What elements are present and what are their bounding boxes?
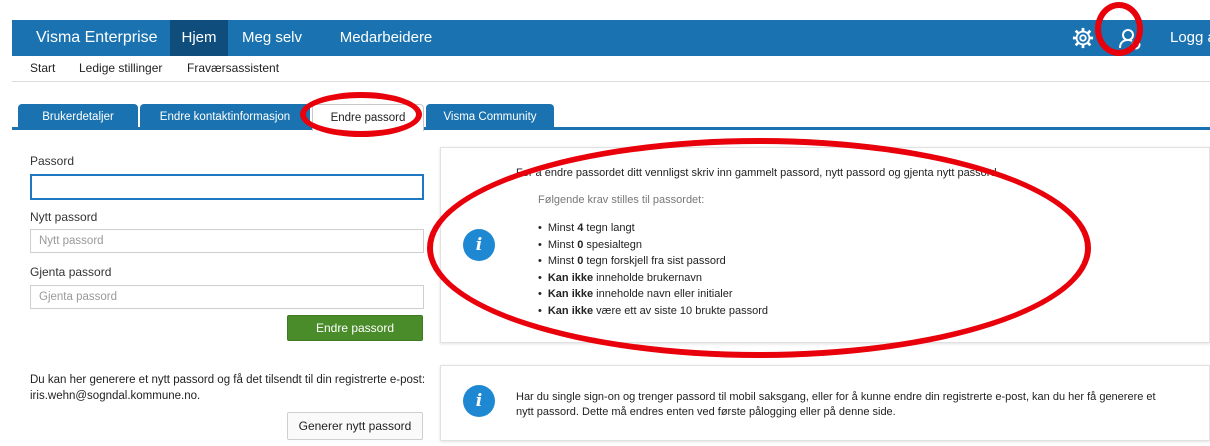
brand-name[interactable]: Visma Enterprise [24, 20, 158, 56]
new-password-label: Nytt passord [30, 210, 98, 224]
gear-icon[interactable] [1072, 27, 1094, 49]
sso-note: Har du single sign-on og trenger passord… [516, 391, 1156, 418]
change-password-button[interactable]: Endre passord [287, 315, 423, 341]
requirement-item: Minst 0 tegn forskjell fra sist passord [538, 253, 768, 270]
requirements-heading: Følgende krav stilles til passordet: [538, 194, 705, 206]
top-bar: Visma Enterprise Hjem Meg selv Medarbeid… [0, 0, 1210, 56]
tab-endre-kontaktinformasjon[interactable]: Endre kontaktinformasjon [140, 104, 310, 130]
user-settings-icon[interactable] [1118, 27, 1142, 51]
requirement-item: Minst 0 spesialtegn [538, 237, 768, 254]
sub-nav: Start Ledige stillinger Fraværsassistent [12, 56, 1210, 82]
subnav-start[interactable]: Start [30, 61, 55, 75]
nav-meg-selv[interactable]: Meg selv [230, 20, 314, 56]
info-icon: i [463, 385, 495, 417]
nav-hjem[interactable]: Hjem [170, 20, 228, 56]
subnav-fravaersassistent[interactable]: Fraværsassistent [187, 61, 279, 75]
tab-visma-community[interactable]: Visma Community [426, 104, 554, 130]
info-icon: i [463, 229, 495, 261]
requirement-item: Kan ikke inneholde navn eller initialer [538, 286, 768, 303]
tab-endre-passord[interactable]: Endre passord [312, 104, 424, 131]
requirement-item: Kan ikke være ett av siste 10 brukte pas… [538, 303, 768, 320]
password-input[interactable] [30, 174, 424, 200]
tab-brukerdetaljer[interactable]: Brukerdetaljer [18, 104, 138, 130]
nav-medarbeidere[interactable]: Medarbeidere [330, 20, 442, 56]
main-nav-bar: Visma Enterprise Hjem Meg selv Medarbeid… [12, 20, 1210, 56]
requirements-list: Minst 4 tegn langt Minst 0 spesialtegn M… [538, 220, 768, 319]
generate-password-button[interactable]: Generer nytt passord [287, 412, 423, 440]
requirement-item: Minst 4 tegn langt [538, 220, 768, 237]
requirement-item: Kan ikke inneholde brukernavn [538, 270, 768, 287]
password-intro: For å endre passordet ditt vennligst skr… [516, 167, 1000, 179]
new-password-input[interactable] [30, 229, 424, 253]
subnav-ledige-stillinger[interactable]: Ledige stillinger [79, 61, 162, 75]
logout-link[interactable]: Logg av [1170, 20, 1210, 56]
password-label: Passord [30, 154, 75, 168]
generate-password-text: Du kan her generere et nytt passord og f… [30, 374, 426, 402]
repeat-password-label: Gjenta passord [30, 265, 112, 279]
tab-bar: Brukerdetaljer Endre kontaktinformasjon … [12, 100, 1210, 131]
repeat-password-input[interactable] [30, 285, 424, 309]
